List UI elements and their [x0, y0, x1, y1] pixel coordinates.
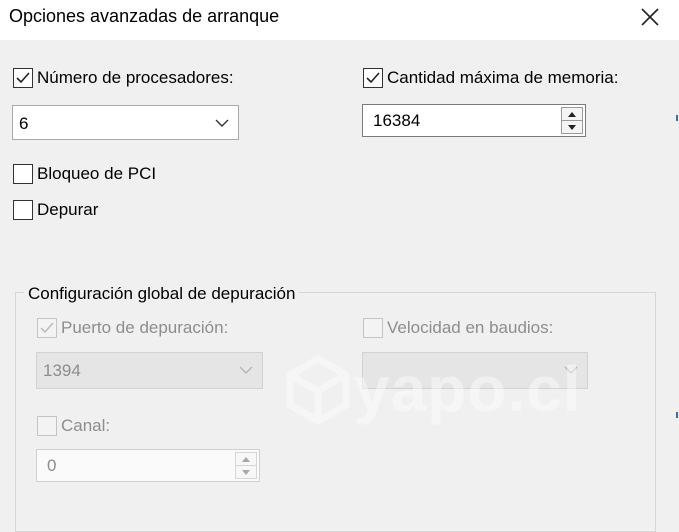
title-bar: Opciones avanzadas de arranque — [0, 0, 679, 40]
baud-rate-label: Velocidad en baudios: — [387, 318, 554, 337]
chevron-down-icon — [239, 366, 253, 374]
arrow-down-icon — [568, 124, 576, 130]
memory-spinbox[interactable]: 16384 — [362, 104, 586, 137]
baud-rate-checkbox-row[interactable]: Velocidad en baudios: — [363, 318, 553, 338]
memory-value: 16384 — [373, 111, 421, 130]
memory-checkbox[interactable] — [363, 68, 383, 88]
memory-increment-button[interactable] — [561, 107, 583, 121]
processors-checkbox-row[interactable]: Número de procesadores: — [13, 68, 234, 88]
close-button[interactable] — [620, 0, 679, 34]
close-icon — [640, 8, 659, 26]
debug-port-value: 1394 — [43, 361, 81, 380]
channel-checkbox-row[interactable]: Canal: — [37, 416, 110, 436]
memory-spin-buttons — [561, 107, 583, 134]
memory-checkbox-row[interactable]: Cantidad máxima de memoria: — [363, 68, 618, 88]
window-title: Opciones avanzadas de arranque — [9, 6, 280, 26]
baud-rate-checkbox[interactable] — [363, 318, 383, 338]
memory-label: Cantidad máxima de memoria: — [387, 68, 619, 87]
checkmark-icon — [16, 72, 30, 84]
channel-label: Canal: — [61, 416, 111, 435]
channel-increment-button[interactable] — [235, 452, 257, 466]
chevron-down-icon — [564, 366, 578, 374]
processors-checkbox[interactable] — [13, 68, 33, 88]
debug-port-dropdown[interactable]: 1394 — [36, 352, 263, 389]
global-debug-title: Configuración global de depuración — [24, 284, 300, 304]
debug-port-label: Puerto de depuración: — [61, 318, 229, 337]
pci-lock-checkbox-row[interactable]: Bloqueo de PCI — [13, 164, 156, 184]
debug-port-checkbox-row[interactable]: Puerto de depuración: — [37, 318, 228, 338]
chevron-down-icon — [215, 119, 229, 127]
processors-dropdown[interactable]: 6 — [12, 105, 239, 140]
processors-value: 6 — [19, 114, 29, 133]
arrow-up-icon — [242, 456, 250, 462]
debug-label: Depurar — [37, 200, 99, 219]
channel-spinbox[interactable]: 0 — [36, 449, 260, 482]
channel-checkbox[interactable] — [37, 416, 57, 436]
pci-lock-label: Bloqueo de PCI — [37, 164, 157, 183]
checkmark-icon — [366, 72, 380, 84]
channel-spin-buttons — [235, 452, 257, 479]
processors-label: Número de procesadores: — [37, 68, 234, 87]
memory-decrement-button[interactable] — [561, 121, 583, 134]
arrow-up-icon — [568, 111, 576, 117]
channel-decrement-button[interactable] — [235, 466, 257, 479]
arrow-down-icon — [242, 469, 250, 475]
debug-checkbox-row[interactable]: Depurar — [13, 200, 98, 220]
debug-checkbox[interactable] — [13, 200, 33, 220]
channel-value: 0 — [47, 456, 57, 475]
pci-lock-checkbox[interactable] — [13, 164, 33, 184]
checkmark-icon — [40, 322, 54, 334]
debug-port-checkbox[interactable] — [37, 318, 57, 338]
baud-rate-dropdown[interactable] — [362, 352, 588, 389]
